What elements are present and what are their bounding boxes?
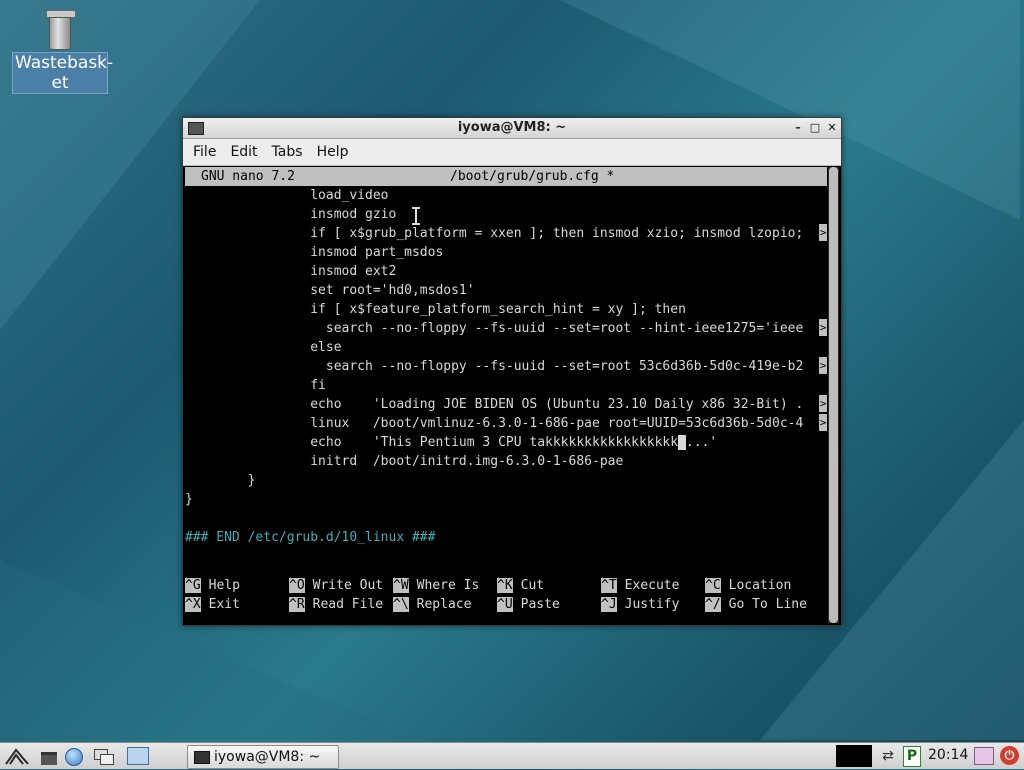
editor-line: search --no-floppy --fs-uuid --set=root … (185, 357, 827, 374)
show-desktop-icon[interactable] (126, 746, 149, 766)
editor-line: } (185, 492, 193, 507)
editor-line: load_video (185, 188, 389, 203)
terminal-window: iyowa@VM8: ~ – □ ✕ File Edit Tabs Help GNU … (182, 117, 842, 626)
window-titlebar[interactable]: iyowa@VM8: ~ – □ ✕ (183, 118, 841, 139)
editor-line: else (185, 340, 342, 355)
nano-shortcut-row: ^G Help ^O Write Out ^W Where Is ^K Cut ^T Execut… (185, 576, 827, 595)
nano-shortcut[interactable]: ^O Write Out (289, 576, 383, 595)
task-label: iyowa@VM8: ~ (214, 749, 321, 765)
window-title: iyowa@VM8: ~ (457, 120, 567, 135)
editor-line: insmod gzio (185, 207, 397, 222)
taskbar: iyowa@VM8: ~ ⇄ P 20:14 ⏻ (0, 742, 1024, 769)
line-overflow-marker: > (819, 414, 827, 431)
nano-shortcut[interactable]: ^T Execute (601, 576, 679, 595)
close-button[interactable]: ✕ (825, 121, 839, 135)
nano-shortcut[interactable]: ^K Cut (497, 576, 544, 595)
nano-shortcut[interactable]: ^R Read File (289, 595, 383, 614)
menu-file[interactable]: File (186, 139, 223, 165)
trash-icon (46, 10, 76, 50)
scrollbar-thumb[interactable] (829, 167, 838, 623)
window-switcher-icon[interactable] (92, 746, 114, 766)
nano-version: GNU nano 7.2 (201, 169, 295, 184)
editor-line: set root='hd0,msdos1' (185, 283, 475, 298)
editor-line: } (185, 473, 256, 488)
nano-shortcut[interactable]: ^W Where Is (393, 576, 479, 595)
minimize-button[interactable]: – (791, 121, 805, 135)
editor-line: fi (185, 378, 326, 393)
menu-bar: File Edit Tabs Help (183, 139, 841, 166)
taskbar-task-terminal[interactable]: iyowa@VM8: ~ (187, 745, 339, 769)
file-manager-icon[interactable] (38, 746, 60, 766)
power-icon[interactable]: ⏻ (1000, 746, 1019, 765)
editor-line: echo 'Loading JOE BIDEN OS (Ubuntu 23.10… (185, 395, 827, 412)
nano-shortcut[interactable]: ^/Go To Line (705, 595, 807, 614)
nano-shortcut-row: ^X Exit ^R Read File ^\ Replace ^U Paste ^J Justi… (185, 595, 827, 614)
line-overflow-marker: > (819, 319, 827, 336)
start-menu-icon[interactable] (4, 746, 30, 766)
editor-line: insmod part_msdos (185, 245, 444, 260)
menu-tabs[interactable]: Tabs (265, 139, 310, 165)
tray-cpu-monitor (836, 745, 872, 767)
editor-line: linux /boot/vmlinuz-6.3.0-1-686-pae root… (185, 414, 827, 431)
clock[interactable]: 20:14 (928, 743, 968, 767)
editor-line: search --no-floppy --fs-uuid --set=root … (185, 319, 827, 336)
desktop-icon-wastebasket[interactable]: Wastebask- et (12, 10, 113, 94)
terminal-content[interactable]: GNU nano 7.2 /boot/grub/grub.cfg * load_… (185, 167, 827, 623)
nano-shortcut[interactable]: ^U Paste (497, 595, 560, 614)
web-browser-icon[interactable] (62, 746, 84, 766)
nano-shortcut[interactable]: ^G Help (185, 576, 240, 595)
nano-filename: /boot/grub/grub.cfg * (450, 169, 615, 184)
line-overflow-marker: > (819, 357, 827, 374)
ibeam-cursor-icon (411, 207, 421, 225)
editor-line: echo 'This Pentium 3 CPU takkkkkkkkkkkkk… (185, 435, 718, 450)
line-overflow-marker: > (819, 224, 827, 241)
editor-line: if [ x$feature_platform_search_hint = xy… (185, 302, 686, 317)
terminal-scrollbar[interactable] (828, 167, 839, 623)
desktop-icon-label: Wastebask- et (12, 52, 113, 94)
nano-shortcut[interactable]: ^X Exit (185, 595, 240, 614)
nano-header: GNU nano 7.2 /boot/grub/grub.cfg * (185, 167, 827, 186)
editor-line: ### END /etc/grub.d/10_linux ### (185, 530, 436, 545)
display-icon[interactable] (974, 747, 994, 765)
line-overflow-marker: > (819, 395, 827, 412)
editor-line: if [ x$grub_platform = xxen ]; then insm… (185, 224, 827, 241)
maximize-button[interactable]: □ (808, 121, 822, 135)
text-cursor (678, 435, 686, 450)
editor-line: initrd /boot/initrd.img-6.3.0-1-686-pae (185, 454, 624, 469)
tray-p-icon[interactable]: P (903, 746, 921, 767)
menu-edit[interactable]: Edit (223, 139, 264, 165)
nano-shortcut[interactable]: ^\ Replace (393, 595, 471, 614)
terminal-icon (194, 751, 210, 764)
nano-shortcut[interactable]: ^C Location (705, 576, 791, 595)
menu-help[interactable]: Help (310, 139, 356, 165)
network-icon[interactable]: ⇄ (876, 747, 900, 765)
editor-line: insmod ext2 (185, 264, 397, 279)
nano-shortcut[interactable]: ^J Justify (601, 595, 679, 614)
